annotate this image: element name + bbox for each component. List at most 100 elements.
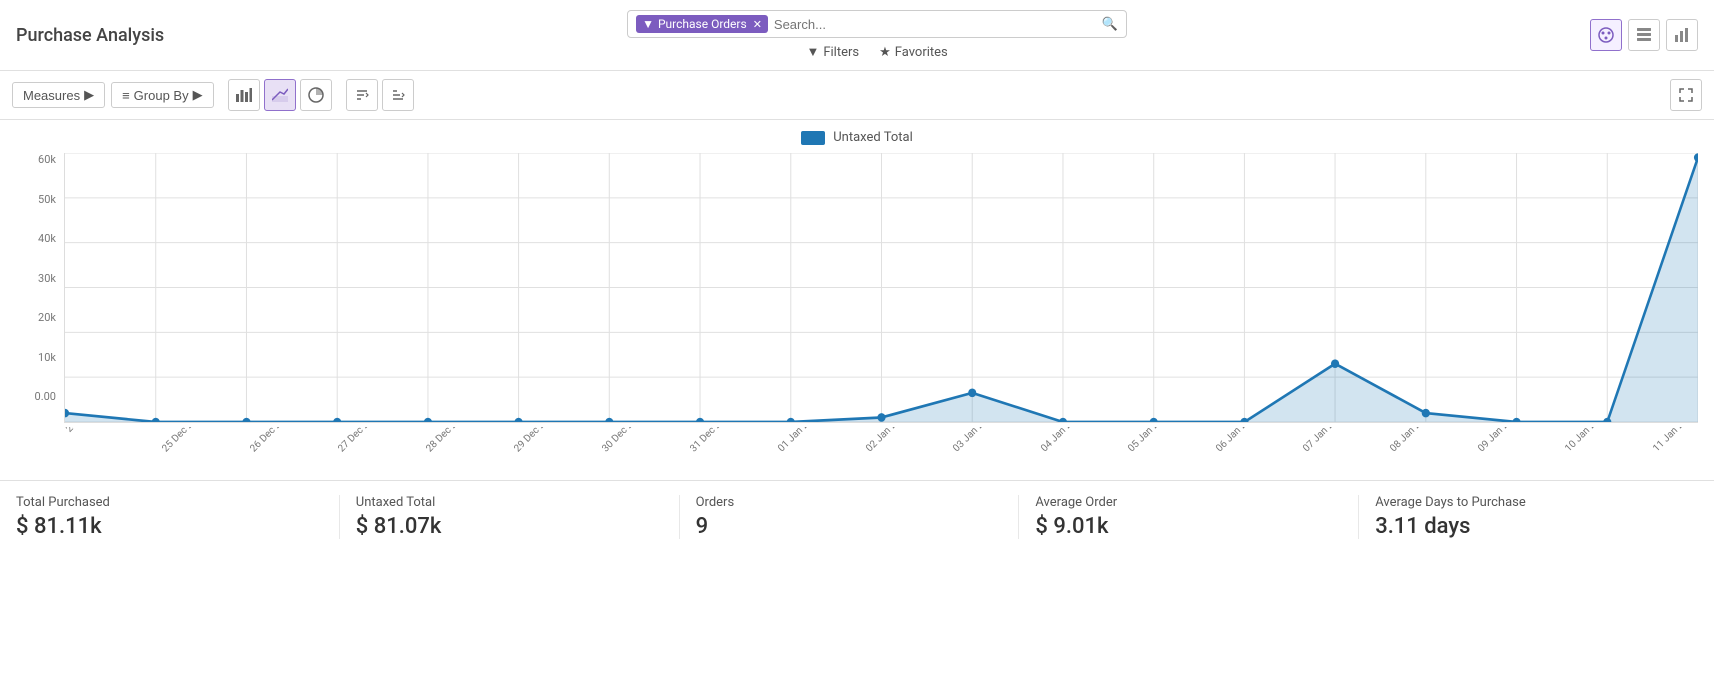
data-point-15 [1422, 409, 1430, 418]
x-label-15: 08 Jan 2021 [1389, 427, 1467, 482]
x-label-17: 10 Jan 2021 [1563, 427, 1641, 482]
filter-tag: ▼ Purchase Orders ✕ [636, 15, 768, 33]
x-label-4: 28 Dec 2020 [424, 427, 502, 482]
y-axis: 60k 50k 40k 30k 20k 10k 0.00 [16, 153, 64, 423]
expand-button[interactable] [1670, 79, 1702, 111]
data-point-18 [1694, 153, 1698, 162]
line-chart-icon [272, 88, 288, 102]
data-point-2 [242, 418, 250, 422]
palette-icon [1597, 26, 1615, 44]
stats-bar: Total Purchased $ 81.11k Untaxed Total $… [0, 480, 1714, 553]
measures-arrow-icon: ▶ [84, 87, 94, 103]
data-point-4 [424, 418, 432, 422]
bar-chart-view-button[interactable] [1666, 19, 1698, 51]
chart-svg [65, 153, 1698, 422]
bar-chart-icon [236, 88, 252, 102]
stat-orders-label: Orders [696, 495, 1003, 510]
x-label-5: 29 Dec 2020 [512, 427, 590, 482]
x-axis: 24 Dec 2020 25 Dec 2020 26 Dec 2020 27 D… [16, 427, 1698, 482]
data-point-8 [787, 418, 795, 422]
stat-total-purchased-label: Total Purchased [16, 495, 323, 510]
x-label-8: 01 Jan 2021 [776, 427, 854, 482]
x-label-9: 02 Jan 2021 [864, 427, 942, 482]
sort-desc-button[interactable] [382, 79, 414, 111]
table-view-button[interactable] [1628, 19, 1660, 51]
stat-average-days: Average Days to Purchase 3.11 days [1359, 495, 1698, 539]
sort-desc-icon [391, 88, 405, 102]
x-label-12: 05 Jan 2021 [1126, 427, 1204, 482]
data-point-13 [1240, 418, 1248, 422]
x-label-10: 03 Jan 2021 [951, 427, 1029, 482]
legend-color-swatch [801, 131, 825, 145]
y-label-20k: 20k [38, 311, 56, 324]
chart-legend: Untaxed Total [16, 130, 1698, 145]
filter-tag-icon: ▼ [642, 17, 654, 31]
legend-label: Untaxed Total [833, 130, 912, 145]
search-bar: ▼ Purchase Orders ✕ 🔍 [627, 10, 1127, 38]
group-by-arrow-icon: ▶ [193, 87, 203, 103]
palette-view-button[interactable] [1590, 19, 1622, 51]
y-label-0: 0.00 [35, 390, 56, 403]
y-label-40k: 40k [38, 232, 56, 245]
filters-button[interactable]: ▼ Filters [806, 44, 859, 60]
stat-untaxed-total-value: $ 81.07k [356, 514, 663, 539]
barchart-icon [1674, 27, 1690, 43]
data-point-16 [1512, 418, 1520, 422]
x-label-18: 11 Jan 2021 [1651, 427, 1698, 482]
header: Purchase Analysis ▼ Purchase Orders ✕ 🔍 … [0, 0, 1714, 71]
x-label-7: 31 Dec 2020 [688, 427, 766, 482]
stat-average-order: Average Order $ 9.01k [1019, 495, 1359, 539]
x-label-3: 27 Dec 2020 [336, 427, 414, 482]
search-input[interactable] [774, 17, 1098, 32]
measures-button[interactable]: Measures ▶ [12, 82, 105, 108]
data-point-9 [877, 413, 885, 422]
y-label-10k: 10k [38, 351, 56, 364]
stat-untaxed-total-label: Untaxed Total [356, 495, 663, 510]
bar-chart-type-button[interactable] [228, 79, 260, 111]
group-by-button[interactable]: ≡ Group By ▶ [111, 82, 214, 108]
sort-asc-icon [355, 88, 369, 102]
data-point-12 [1150, 418, 1158, 422]
filter-tag-label: Purchase Orders [658, 17, 747, 31]
y-label-30k: 30k [38, 272, 56, 285]
data-point-11 [1059, 418, 1067, 422]
measures-label: Measures [23, 88, 80, 103]
pie-chart-type-button[interactable] [300, 79, 332, 111]
data-point-3 [333, 418, 341, 422]
data-point-7 [696, 418, 704, 422]
stat-orders: Orders 9 [680, 495, 1020, 539]
stat-average-order-value: $ 9.01k [1035, 514, 1342, 539]
page-title: Purchase Analysis [16, 25, 164, 46]
y-label-60k: 60k [38, 153, 56, 166]
x-label-13: 06 Jan 2021 [1214, 427, 1292, 482]
stat-total-purchased-value: $ 81.11k [16, 514, 323, 539]
stat-average-days-label: Average Days to Purchase [1375, 495, 1682, 510]
favorites-button[interactable]: ★ Favorites [879, 45, 948, 60]
chart-plot [64, 153, 1698, 423]
sort-asc-button[interactable] [346, 79, 378, 111]
header-center: ▼ Purchase Orders ✕ 🔍 ▼ Filters ★ Favori… [194, 10, 1560, 60]
table-icon [1636, 27, 1652, 43]
filter-icon: ▼ [806, 44, 819, 60]
header-right [1590, 19, 1698, 51]
x-label-11: 04 Jan 2021 [1039, 427, 1117, 482]
filter-actions: ▼ Filters ★ Favorites [806, 44, 947, 60]
x-label-6: 30 Dec 2020 [600, 427, 678, 482]
group-by-icon: ≡ [122, 88, 130, 103]
x-label-14: 07 Jan 2021 [1301, 427, 1379, 482]
stat-untaxed-total: Untaxed Total $ 81.07k [340, 495, 680, 539]
filter-tag-close[interactable]: ✕ [753, 18, 762, 31]
y-label-50k: 50k [38, 193, 56, 206]
stat-orders-value: 9 [696, 514, 1003, 539]
stat-average-days-value: 3.11 days [1375, 514, 1682, 539]
search-icon[interactable]: 🔍 [1102, 17, 1118, 32]
x-label-2: 26 Dec 2020 [248, 427, 326, 482]
x-label-0: 24 Dec 2020 [64, 427, 142, 466]
data-point-14 [1331, 359, 1339, 368]
pie-chart-icon [308, 87, 324, 103]
line-chart-type-button[interactable] [264, 79, 296, 111]
x-label-1: 25 Dec 2020 [160, 427, 238, 482]
chart-area: Untaxed Total 60k 50k 40k 30k 20k 10k 0.… [0, 120, 1714, 480]
group-by-label: Group By [134, 88, 189, 103]
expand-icon [1679, 88, 1693, 102]
